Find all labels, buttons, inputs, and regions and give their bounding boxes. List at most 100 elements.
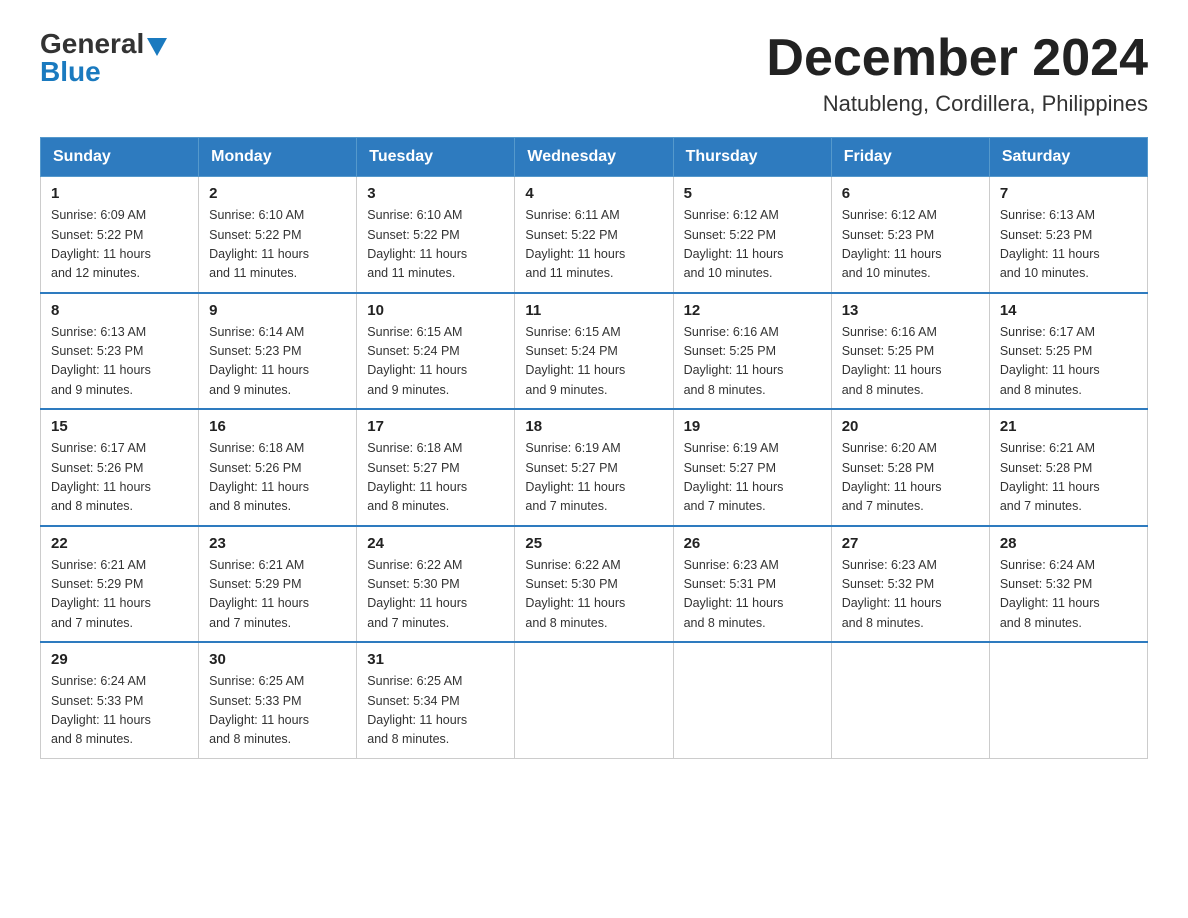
day-number: 8 xyxy=(51,302,188,319)
day-number: 3 xyxy=(367,185,504,202)
table-row: 23 Sunrise: 6:21 AM Sunset: 5:29 PM Dayl… xyxy=(199,526,357,643)
day-number: 21 xyxy=(1000,418,1137,435)
day-number: 11 xyxy=(525,302,662,319)
day-info: Sunrise: 6:22 AM Sunset: 5:30 PM Dayligh… xyxy=(525,556,662,634)
logo: General Blue xyxy=(40,30,167,86)
title-section: December 2024 Natubleng, Cordillera, Phi… xyxy=(766,30,1148,117)
logo-line2: Blue xyxy=(40,58,101,86)
table-row: 22 Sunrise: 6:21 AM Sunset: 5:29 PM Dayl… xyxy=(41,526,199,643)
day-info: Sunrise: 6:09 AM Sunset: 5:22 PM Dayligh… xyxy=(51,206,188,284)
header-tuesday: Tuesday xyxy=(357,138,515,177)
day-number: 14 xyxy=(1000,302,1137,319)
day-number: 9 xyxy=(209,302,346,319)
table-row xyxy=(673,642,831,758)
day-info: Sunrise: 6:15 AM Sunset: 5:24 PM Dayligh… xyxy=(367,323,504,401)
day-number: 15 xyxy=(51,418,188,435)
table-row: 15 Sunrise: 6:17 AM Sunset: 5:26 PM Dayl… xyxy=(41,409,199,526)
table-row: 2 Sunrise: 6:10 AM Sunset: 5:22 PM Dayli… xyxy=(199,177,357,293)
day-info: Sunrise: 6:19 AM Sunset: 5:27 PM Dayligh… xyxy=(684,439,821,517)
header-sunday: Sunday xyxy=(41,138,199,177)
day-number: 28 xyxy=(1000,535,1137,552)
day-number: 25 xyxy=(525,535,662,552)
table-row: 27 Sunrise: 6:23 AM Sunset: 5:32 PM Dayl… xyxy=(831,526,989,643)
header-monday: Monday xyxy=(199,138,357,177)
day-number: 1 xyxy=(51,185,188,202)
day-number: 5 xyxy=(684,185,821,202)
day-info: Sunrise: 6:10 AM Sunset: 5:22 PM Dayligh… xyxy=(367,206,504,284)
day-number: 10 xyxy=(367,302,504,319)
table-row xyxy=(989,642,1147,758)
day-number: 29 xyxy=(51,651,188,668)
day-info: Sunrise: 6:24 AM Sunset: 5:32 PM Dayligh… xyxy=(1000,556,1137,634)
header-saturday: Saturday xyxy=(989,138,1147,177)
day-info: Sunrise: 6:19 AM Sunset: 5:27 PM Dayligh… xyxy=(525,439,662,517)
table-row: 18 Sunrise: 6:19 AM Sunset: 5:27 PM Dayl… xyxy=(515,409,673,526)
table-row: 8 Sunrise: 6:13 AM Sunset: 5:23 PM Dayli… xyxy=(41,293,199,410)
day-info: Sunrise: 6:13 AM Sunset: 5:23 PM Dayligh… xyxy=(1000,206,1137,284)
day-number: 20 xyxy=(842,418,979,435)
table-row: 3 Sunrise: 6:10 AM Sunset: 5:22 PM Dayli… xyxy=(357,177,515,293)
table-row: 12 Sunrise: 6:16 AM Sunset: 5:25 PM Dayl… xyxy=(673,293,831,410)
day-info: Sunrise: 6:23 AM Sunset: 5:31 PM Dayligh… xyxy=(684,556,821,634)
day-number: 2 xyxy=(209,185,346,202)
logo-blue-text: Blue xyxy=(40,56,101,87)
day-number: 4 xyxy=(525,185,662,202)
day-info: Sunrise: 6:15 AM Sunset: 5:24 PM Dayligh… xyxy=(525,323,662,401)
calendar-table: Sunday Monday Tuesday Wednesday Thursday… xyxy=(40,137,1148,759)
day-info: Sunrise: 6:18 AM Sunset: 5:27 PM Dayligh… xyxy=(367,439,504,517)
day-info: Sunrise: 6:18 AM Sunset: 5:26 PM Dayligh… xyxy=(209,439,346,517)
location-text: Natubleng, Cordillera, Philippines xyxy=(766,91,1148,117)
logo-line1: General xyxy=(40,30,167,58)
header-thursday: Thursday xyxy=(673,138,831,177)
day-number: 12 xyxy=(684,302,821,319)
month-title: December 2024 xyxy=(766,30,1148,87)
day-info: Sunrise: 6:25 AM Sunset: 5:33 PM Dayligh… xyxy=(209,672,346,750)
table-row: 9 Sunrise: 6:14 AM Sunset: 5:23 PM Dayli… xyxy=(199,293,357,410)
day-number: 31 xyxy=(367,651,504,668)
day-info: Sunrise: 6:21 AM Sunset: 5:29 PM Dayligh… xyxy=(51,556,188,634)
day-info: Sunrise: 6:21 AM Sunset: 5:29 PM Dayligh… xyxy=(209,556,346,634)
day-number: 26 xyxy=(684,535,821,552)
logo-triangle-icon xyxy=(147,38,167,56)
table-row: 5 Sunrise: 6:12 AM Sunset: 5:22 PM Dayli… xyxy=(673,177,831,293)
day-info: Sunrise: 6:11 AM Sunset: 5:22 PM Dayligh… xyxy=(525,206,662,284)
table-row: 20 Sunrise: 6:20 AM Sunset: 5:28 PM Dayl… xyxy=(831,409,989,526)
day-info: Sunrise: 6:20 AM Sunset: 5:28 PM Dayligh… xyxy=(842,439,979,517)
table-row: 31 Sunrise: 6:25 AM Sunset: 5:34 PM Dayl… xyxy=(357,642,515,758)
table-row: 11 Sunrise: 6:15 AM Sunset: 5:24 PM Dayl… xyxy=(515,293,673,410)
page-header: General Blue December 2024 Natubleng, Co… xyxy=(40,30,1148,117)
day-info: Sunrise: 6:17 AM Sunset: 5:25 PM Dayligh… xyxy=(1000,323,1137,401)
table-row: 19 Sunrise: 6:19 AM Sunset: 5:27 PM Dayl… xyxy=(673,409,831,526)
day-number: 27 xyxy=(842,535,979,552)
day-info: Sunrise: 6:22 AM Sunset: 5:30 PM Dayligh… xyxy=(367,556,504,634)
table-row: 28 Sunrise: 6:24 AM Sunset: 5:32 PM Dayl… xyxy=(989,526,1147,643)
day-number: 19 xyxy=(684,418,821,435)
table-row: 24 Sunrise: 6:22 AM Sunset: 5:30 PM Dayl… xyxy=(357,526,515,643)
day-number: 6 xyxy=(842,185,979,202)
day-number: 23 xyxy=(209,535,346,552)
day-info: Sunrise: 6:16 AM Sunset: 5:25 PM Dayligh… xyxy=(684,323,821,401)
day-info: Sunrise: 6:14 AM Sunset: 5:23 PM Dayligh… xyxy=(209,323,346,401)
logo-general-text: General xyxy=(40,28,144,59)
table-row: 1 Sunrise: 6:09 AM Sunset: 5:22 PM Dayli… xyxy=(41,177,199,293)
table-row: 4 Sunrise: 6:11 AM Sunset: 5:22 PM Dayli… xyxy=(515,177,673,293)
day-number: 24 xyxy=(367,535,504,552)
table-row: 13 Sunrise: 6:16 AM Sunset: 5:25 PM Dayl… xyxy=(831,293,989,410)
day-info: Sunrise: 6:21 AM Sunset: 5:28 PM Dayligh… xyxy=(1000,439,1137,517)
day-number: 18 xyxy=(525,418,662,435)
day-info: Sunrise: 6:16 AM Sunset: 5:25 PM Dayligh… xyxy=(842,323,979,401)
day-info: Sunrise: 6:24 AM Sunset: 5:33 PM Dayligh… xyxy=(51,672,188,750)
day-number: 30 xyxy=(209,651,346,668)
table-row: 6 Sunrise: 6:12 AM Sunset: 5:23 PM Dayli… xyxy=(831,177,989,293)
table-row: 30 Sunrise: 6:25 AM Sunset: 5:33 PM Dayl… xyxy=(199,642,357,758)
calendar-header-row: Sunday Monday Tuesday Wednesday Thursday… xyxy=(41,138,1148,177)
table-row: 17 Sunrise: 6:18 AM Sunset: 5:27 PM Dayl… xyxy=(357,409,515,526)
table-row: 21 Sunrise: 6:21 AM Sunset: 5:28 PM Dayl… xyxy=(989,409,1147,526)
day-info: Sunrise: 6:13 AM Sunset: 5:23 PM Dayligh… xyxy=(51,323,188,401)
table-row: 7 Sunrise: 6:13 AM Sunset: 5:23 PM Dayli… xyxy=(989,177,1147,293)
table-row: 25 Sunrise: 6:22 AM Sunset: 5:30 PM Dayl… xyxy=(515,526,673,643)
day-number: 16 xyxy=(209,418,346,435)
day-info: Sunrise: 6:17 AM Sunset: 5:26 PM Dayligh… xyxy=(51,439,188,517)
table-row: 16 Sunrise: 6:18 AM Sunset: 5:26 PM Dayl… xyxy=(199,409,357,526)
table-row: 10 Sunrise: 6:15 AM Sunset: 5:24 PM Dayl… xyxy=(357,293,515,410)
